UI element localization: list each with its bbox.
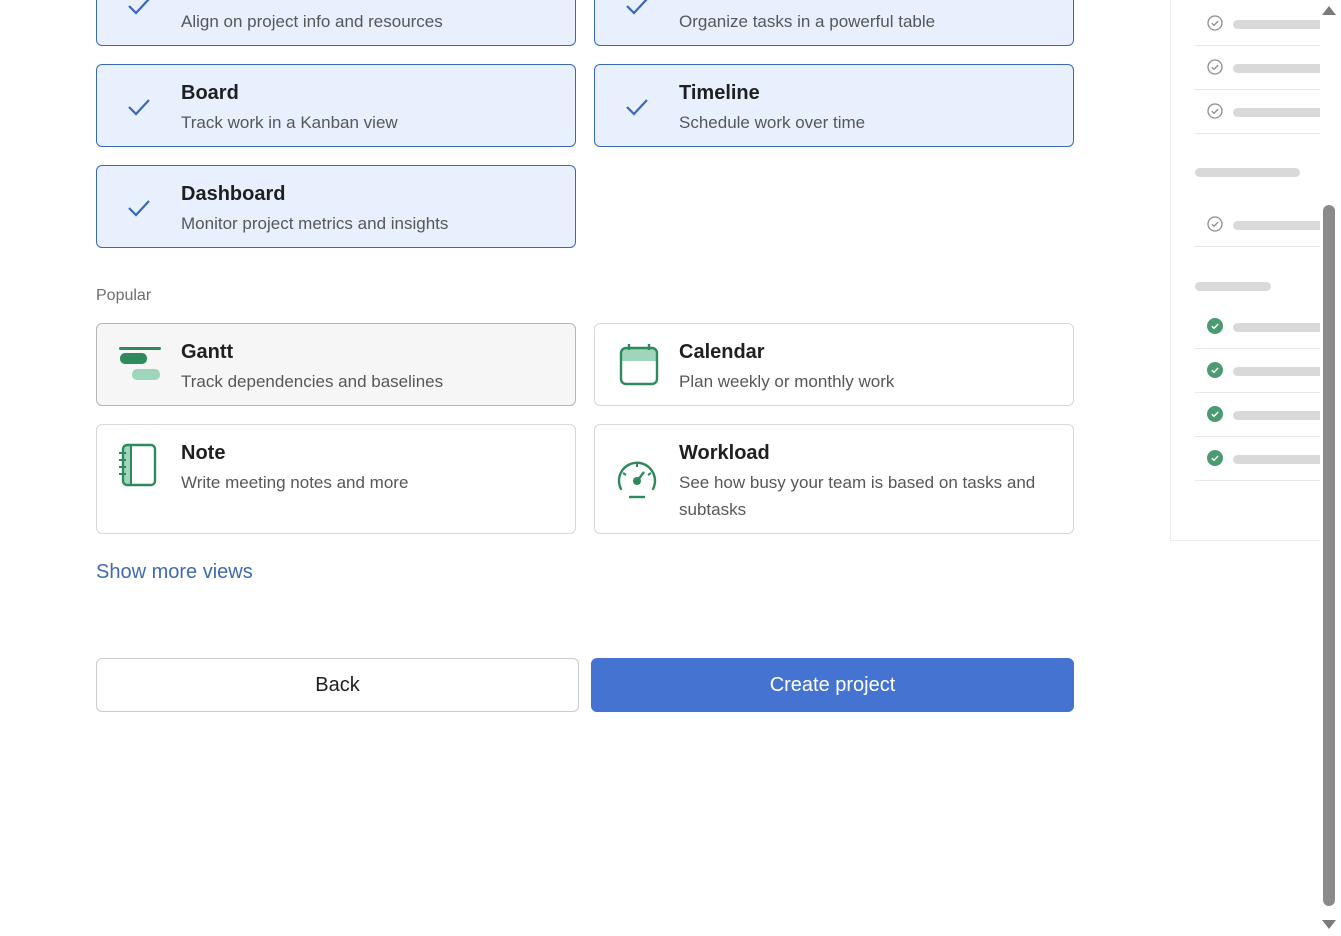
view-card-timeline[interactable]: Timeline Schedule work over time: [594, 64, 1074, 147]
calendar-icon: [619, 344, 659, 386]
preview-placeholder-bar: [1233, 323, 1321, 332]
view-card-title: Timeline: [679, 82, 760, 104]
preview-task-row: [1195, 1, 1321, 46]
checkmark-icon: [128, 99, 150, 116]
view-card-overview[interactable]: Align on project info and resources: [96, 0, 576, 46]
completed-check-icon: [1207, 450, 1223, 466]
back-button[interactable]: Back: [96, 658, 579, 712]
check-circle-icon: [1207, 103, 1223, 119]
preview-placeholder-bar: [1233, 411, 1321, 420]
scroll-up-arrow-icon[interactable]: [1322, 6, 1336, 15]
create-project-button[interactable]: Create project: [591, 658, 1074, 712]
view-card-title: Note: [181, 442, 226, 464]
view-card-note[interactable]: Note Write meeting notes and more: [96, 424, 576, 534]
popular-section-label: Popular: [96, 287, 152, 304]
preview-section-header-bar: [1195, 168, 1300, 177]
view-card-board[interactable]: Board Track work in a Kanban view: [96, 64, 576, 147]
completed-check-icon: [1207, 406, 1223, 422]
view-card-title: Board: [181, 82, 239, 104]
view-card-title: Gantt: [181, 341, 234, 363]
view-card-desc: Schedule work over time: [679, 113, 866, 132]
preview-placeholder-bar: [1233, 367, 1321, 376]
preview-section-header-bar: [1195, 282, 1271, 291]
checkmark-icon: [626, 0, 648, 15]
view-card-workload[interactable]: Workload See how busy your team is based…: [594, 424, 1074, 534]
workload-gauge-icon: [617, 461, 657, 499]
scroll-down-arrow-icon[interactable]: [1322, 920, 1336, 929]
view-card-desc: Organize tasks in a powerful table: [679, 12, 936, 31]
show-more-views-link[interactable]: Show more views: [96, 561, 253, 584]
preview-placeholder-bar: [1233, 20, 1321, 29]
view-card-list[interactable]: Organize tasks in a powerful table: [594, 0, 1074, 46]
preview-placeholder-bar: [1233, 221, 1321, 230]
view-card-desc: Track work in a Kanban view: [181, 113, 398, 132]
completed-check-icon: [1207, 318, 1223, 334]
view-card-calendar[interactable]: Calendar Plan weekly or monthly work: [594, 323, 1074, 406]
view-card-desc: Monitor project metrics and insights: [181, 214, 449, 233]
gantt-icon: [119, 347, 161, 380]
check-circle-icon: [1207, 216, 1223, 232]
project-preview-panel: [1170, 0, 1321, 541]
view-card-gantt[interactable]: Gantt Track dependencies and baselines: [96, 323, 576, 406]
view-card-title: Calendar: [679, 341, 765, 363]
view-card-desc: See how busy your team is based on tasks…: [679, 473, 1036, 519]
checkmark-icon: [626, 99, 648, 116]
preview-task-row: [1195, 89, 1321, 134]
completed-check-icon: [1207, 362, 1223, 378]
scrollbar-thumb[interactable]: [1323, 205, 1335, 906]
check-circle-icon: [1207, 15, 1223, 31]
note-icon: [119, 443, 157, 487]
view-card-title: Dashboard: [181, 183, 286, 205]
preview-task-row: [1195, 304, 1321, 349]
checkmark-icon: [128, 200, 150, 217]
view-card-title: Workload: [679, 442, 770, 464]
preview-task-row: [1195, 45, 1321, 90]
view-card-desc: Align on project info and resources: [181, 12, 443, 31]
checkmark-icon: [128, 0, 150, 15]
preview-task-row: [1195, 392, 1321, 437]
view-card-desc: Write meeting notes and more: [181, 473, 409, 492]
preview-task-row: [1195, 348, 1321, 393]
view-card-desc: Plan weekly or monthly work: [679, 372, 895, 391]
preview-placeholder-bar: [1233, 455, 1321, 464]
preview-task-row: [1195, 436, 1321, 481]
check-circle-icon: [1207, 59, 1223, 75]
preview-task-row: [1195, 202, 1321, 247]
preview-placeholder-bar: [1233, 64, 1321, 73]
preview-placeholder-bar: [1233, 108, 1321, 117]
view-card-dashboard[interactable]: Dashboard Monitor project metrics and in…: [96, 165, 576, 248]
view-card-desc: Track dependencies and baselines: [181, 372, 444, 391]
